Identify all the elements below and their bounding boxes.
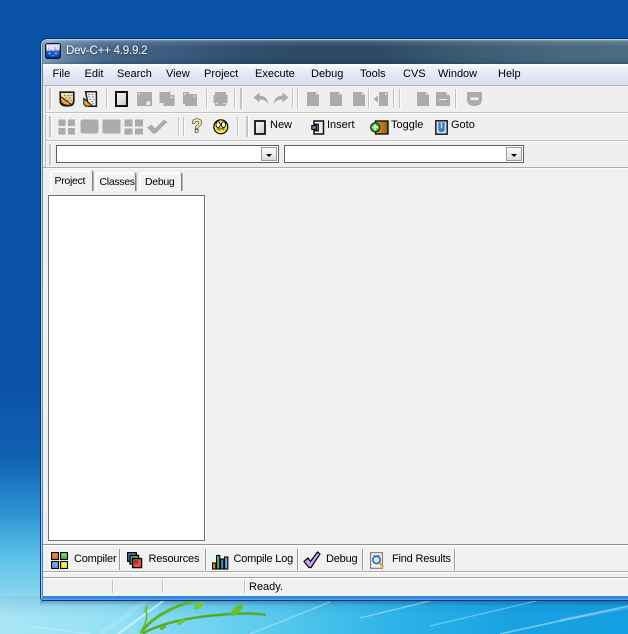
svg-text:DEV: DEV: [46, 45, 60, 52]
svg-text:?: ?: [192, 117, 203, 136]
